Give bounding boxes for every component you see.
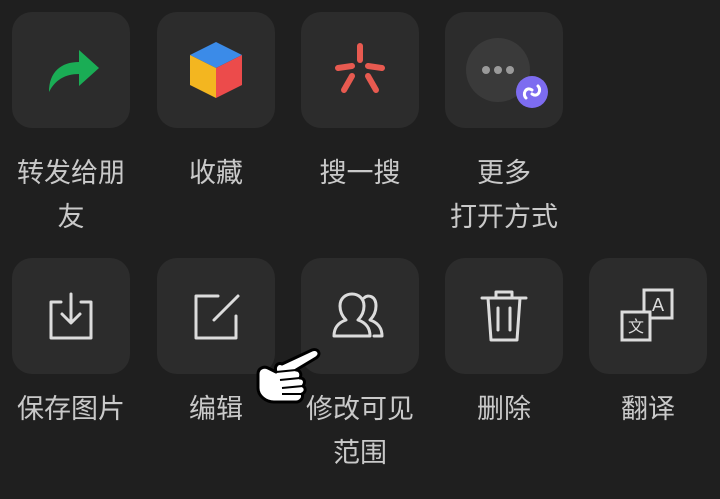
forward-arrow-icon bbox=[49, 50, 99, 92]
translate-label: 翻译 bbox=[621, 394, 675, 425]
search-tile[interactable] bbox=[301, 12, 419, 128]
forward-tile[interactable] bbox=[12, 12, 130, 128]
favorite-cube-icon bbox=[190, 42, 242, 98]
save-image-label: 保存图片 bbox=[17, 394, 125, 425]
translate-tile[interactable]: A 文 bbox=[589, 258, 707, 374]
more-open-with-icon bbox=[466, 38, 548, 108]
delete-trash-icon bbox=[480, 290, 528, 342]
favorite-tile[interactable] bbox=[157, 12, 275, 128]
more-open-with-label: 更多 打开方式 bbox=[450, 158, 558, 233]
delete-tile[interactable] bbox=[445, 258, 563, 374]
more-tile[interactable] bbox=[445, 12, 563, 128]
save-image-tile[interactable] bbox=[12, 258, 130, 374]
favorite-label: 收藏 bbox=[189, 158, 243, 189]
search-spark-icon bbox=[335, 43, 385, 93]
svg-text:文: 文 bbox=[628, 317, 644, 336]
edit-icon bbox=[194, 294, 240, 340]
search-label: 搜一搜 bbox=[319, 158, 401, 189]
save-image-icon bbox=[49, 292, 93, 340]
delete-label: 删除 bbox=[477, 394, 531, 425]
visibility-range-icon bbox=[332, 292, 384, 338]
svg-text:A: A bbox=[652, 295, 665, 316]
forward-label: 转发给朋 友 bbox=[17, 158, 125, 233]
translate-icon: A 文 bbox=[620, 288, 674, 342]
hand-cursor-icon bbox=[256, 348, 321, 404]
